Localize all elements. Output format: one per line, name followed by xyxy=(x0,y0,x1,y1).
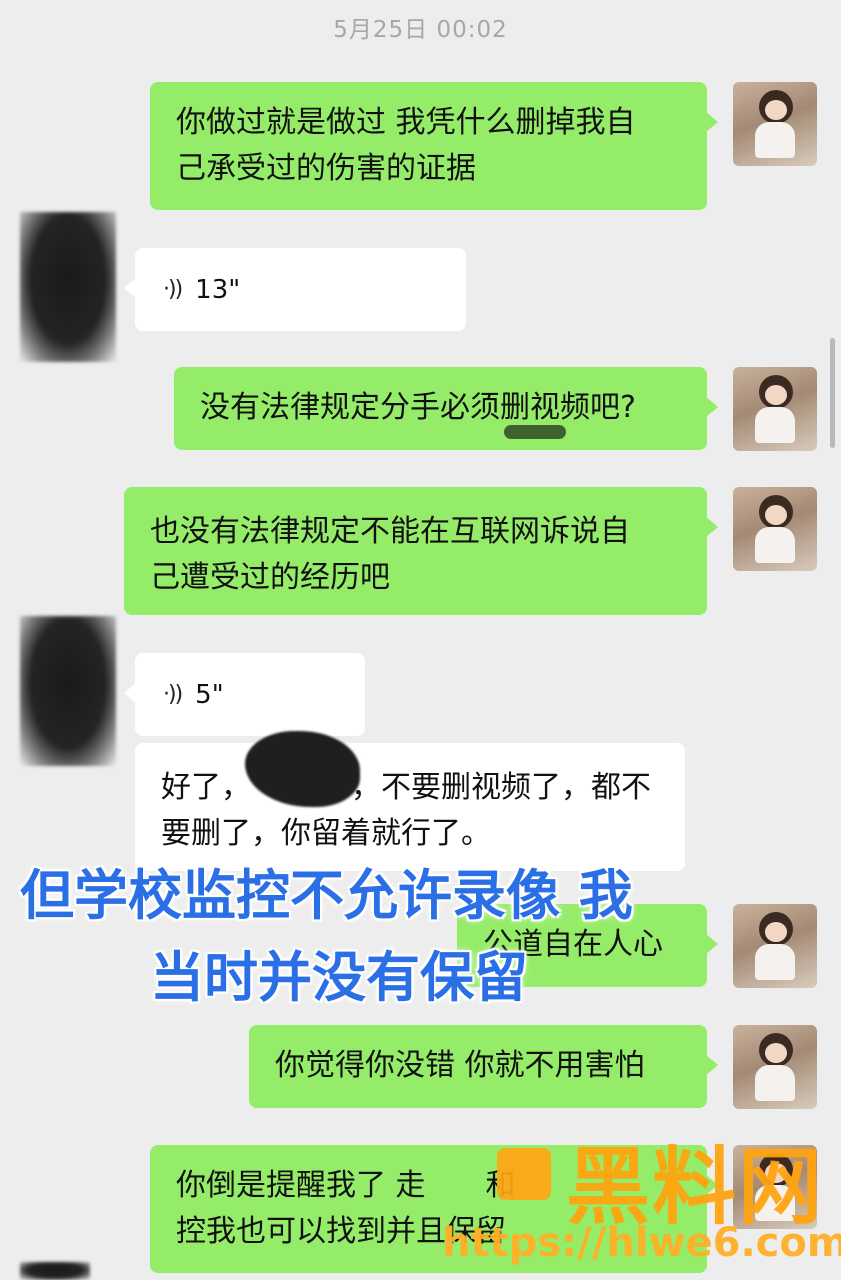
avatar-face xyxy=(765,385,787,405)
voice-message-bubble[interactable]: ·)) 5" xyxy=(124,653,365,736)
watermark-logo-icon xyxy=(497,1148,551,1200)
message-bubble-outgoing[interactable]: 也没有法律规定不能在互联网诉说自 己遭受过的经历吧 xyxy=(124,487,718,615)
contact-avatar-redacted[interactable] xyxy=(20,212,116,362)
redaction-mark xyxy=(504,425,566,439)
message-text-segment: 你倒是提醒我了 走 xyxy=(176,1168,426,1203)
my-avatar[interactable] xyxy=(733,904,817,988)
avatar-face xyxy=(765,505,787,525)
voice-duration: 13" xyxy=(195,274,241,305)
message-bubble-outgoing[interactable]: 没有法律规定分手必须删视频吧? xyxy=(174,367,718,450)
message-bubble-incoming[interactable]: 好了， ，不要删视频了，都不 要删了，你留着就行了。 xyxy=(135,731,685,871)
my-avatar[interactable] xyxy=(733,367,817,451)
message-text-line: 你觉得你没错 你就不用害怕 xyxy=(275,1048,645,1083)
message-text-line-1: 好了， ，不要删视频了，都不 xyxy=(161,765,685,811)
voice-message-content: ·)) 13" xyxy=(135,248,466,331)
avatar-dress xyxy=(755,944,795,980)
watermark-url: https://hlwe6.com xyxy=(442,1220,841,1266)
message-bubble-outgoing[interactable]: 你觉得你没错 你就不用害怕 xyxy=(249,1025,718,1108)
my-avatar[interactable] xyxy=(733,1025,817,1109)
chat-timestamp: 5月25日 00:02 xyxy=(333,17,508,43)
chat-scrollbar[interactable] xyxy=(830,338,835,448)
my-avatar[interactable] xyxy=(733,82,817,166)
message-text-segment: 好了， xyxy=(161,770,251,805)
message-text-line-2: 要删了，你留着就行了。 xyxy=(161,816,491,851)
voice-duration: 5" xyxy=(195,679,224,710)
voice-wave-icon: ·)) xyxy=(163,276,183,302)
avatar-dress xyxy=(755,527,795,563)
contact-avatar-redacted[interactable] xyxy=(20,1262,90,1280)
contact-avatar-redacted[interactable] xyxy=(20,616,116,766)
voice-message-bubble[interactable]: ·)) 13" xyxy=(124,248,466,331)
voice-wave-icon: ·)) xyxy=(163,681,183,707)
message-text-segment: ，不要删视频了，都不 xyxy=(351,770,651,805)
my-avatar[interactable] xyxy=(733,487,817,571)
voice-message-content: ·)) 5" xyxy=(135,653,365,736)
message-text-line: 己遭受过的经历吧 xyxy=(150,560,390,595)
message-text-line: 你做过就是做过 我凭什么删掉我自 xyxy=(176,105,636,140)
message-text-line: 没有法律规定分手必须删视频吧? xyxy=(200,390,636,425)
overlay-caption-line-1: 但学校监控不允许录像 我 xyxy=(20,864,633,927)
message-bubble-outgoing[interactable]: 你做过就是做过 我凭什么删掉我自 己承受过的伤害的证据 xyxy=(150,82,718,210)
overlay-caption-line-2: 当时并没有保留 xyxy=(150,946,528,1009)
avatar-dress xyxy=(755,122,795,158)
message-text-line: 也没有法律规定不能在互联网诉说自 xyxy=(150,514,630,549)
avatar-dress xyxy=(755,407,795,443)
message-text-line: 己承受过的伤害的证据 xyxy=(176,151,476,186)
avatar-face xyxy=(765,1043,787,1063)
avatar-face xyxy=(765,100,787,120)
avatar-dress xyxy=(755,1065,795,1101)
avatar-face xyxy=(765,922,787,942)
